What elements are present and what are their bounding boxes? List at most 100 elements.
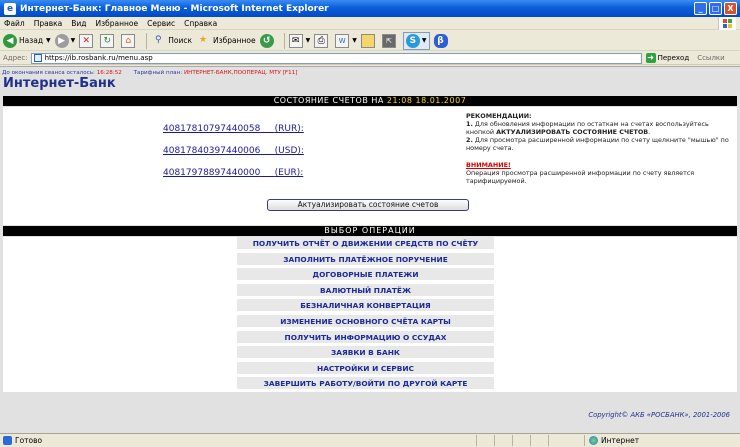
copyright: Copyright© АКБ «РОСБАНК», 2001-2006 — [588, 411, 730, 419]
operation-settings[interactable]: НАСТРОЙКИ И СЕРВИС — [237, 362, 494, 375]
recommendation-1: 1. Для обновления информации по остаткам… — [466, 120, 709, 136]
edit-button[interactable]: W ▼ — [335, 32, 357, 50]
account-link[interactable]: 40817810797440058 (RUR): — [163, 124, 304, 134]
forward-button[interactable]: ▶ ▼ — [54, 32, 76, 50]
menu-file[interactable]: Файл — [4, 19, 25, 28]
windows-logo-icon — [718, 17, 736, 30]
maximize-button[interactable]: □ — [709, 2, 722, 15]
operation-statement[interactable]: ПОЛУЧИТЬ ОТЧЁТ О ДВИЖЕНИИ СРЕДСТВ ПО СЧЁ… — [237, 237, 494, 250]
menu-edit[interactable]: Правка — [34, 19, 63, 28]
address-bar: Адрес: https://ib.rosbank.ru/menu.asp ➜ … — [0, 52, 740, 65]
menu-view[interactable]: Вид — [71, 19, 86, 28]
chevron-down-icon: ▼ — [46, 37, 51, 44]
address-url: https://ib.rosbank.ru/menu.asp — [44, 54, 153, 62]
research-button[interactable]: ⇱ — [381, 32, 399, 50]
mail-icon: ✉ — [288, 33, 303, 48]
status-cell — [548, 435, 566, 446]
recommendation-2: 2. Для просмотра расширенной информации … — [466, 136, 729, 152]
menu-tools[interactable]: Сервис — [147, 19, 175, 28]
ie-icon: e — [4, 2, 16, 15]
discuss-button[interactable] — [360, 32, 378, 50]
address-input[interactable]: https://ib.rosbank.ru/menu.asp — [30, 52, 642, 64]
operation-currency-payment[interactable]: ВАЛЮТНЫЙ ПЛАТЁЖ — [237, 284, 494, 297]
operations-panel: ПОЛУЧИТЬ ОТЧЁТ О ДВИЖЕНИИ СРЕДСТВ ПО СЧЁ… — [3, 237, 737, 392]
operation-conversion[interactable]: БЕЗНАЛИЧНАЯ КОНВЕРТАЦИЯ — [237, 299, 494, 312]
menu-bar: Файл Правка Вид Избранное Сервис Справка — [0, 17, 740, 30]
operation-change-card-account[interactable]: ИЗМЕНЕНИЕ ОСНОВНОГО СЧЁТА КАРТЫ — [237, 315, 494, 328]
home-button[interactable]: ⌂ — [121, 32, 138, 50]
tariff-label: Тарифный план: — [133, 70, 183, 76]
recommendations: РЕКОМЕНДАЦИИ: 1. Для обновления информац… — [466, 112, 734, 185]
toolbar-separator — [283, 32, 285, 49]
window-title: Интернет-Банк: Главное Меню - Microsoft … — [20, 3, 329, 14]
accounts-header-label: СОСТОЯНИЕ СЧЕТОВ НА — [273, 96, 384, 105]
accounts-header: СОСТОЯНИЕ СЧЕТОВ НА 21:08 18.01.2007 — [3, 96, 737, 106]
tariff-value: ИНТЕРНЕТ-БАНК,ПООПЕРАЦ. МТУ [F11] — [183, 70, 298, 76]
back-button[interactable]: ◀ Назад ▼ — [3, 32, 51, 50]
page-title: Интернет-Банк — [3, 76, 116, 91]
account-number: 40817978897440000 — [163, 168, 261, 178]
minimize-button[interactable]: _ — [694, 2, 707, 15]
chevron-down-icon: ▼ — [305, 37, 311, 44]
bluetooth-icon: β — [433, 33, 448, 48]
bluetooth-button[interactable]: β — [433, 32, 450, 50]
status-cell — [512, 435, 530, 446]
favorites-button[interactable]: ★ Избранное — [196, 32, 256, 50]
security-zone: Интернет — [584, 435, 639, 446]
page-icon — [33, 54, 42, 62]
operations-header: ВЫБОР ОПЕРАЦИИ — [3, 226, 737, 236]
operation-contract-payments[interactable]: ДОГОВОРНЫЕ ПЛАТЕЖИ — [237, 268, 494, 281]
favorites-label: Избранное — [213, 36, 256, 45]
refresh-page-button[interactable]: ↻ — [100, 32, 117, 50]
accounts-header-time: 21:08 18.01.2007 — [386, 96, 467, 105]
operation-logout[interactable]: ЗАВЕРШИТЬ РАБОТУ/ВОЙТИ ПО ДРУГОЙ КАРТЕ — [237, 377, 494, 390]
globe-icon — [589, 436, 598, 445]
status-cell — [494, 435, 512, 446]
status-cell — [476, 435, 494, 446]
menu-help[interactable]: Справка — [184, 19, 217, 28]
page-content: До окончания сеанса осталось: 16:28:52 Т… — [0, 66, 740, 433]
edit-icon: W — [335, 33, 350, 48]
go-button[interactable]: ➜ Переход — [645, 53, 689, 63]
warning-title: ВНИМАНИЕ! — [466, 161, 511, 169]
stop-button[interactable]: ✕ — [79, 32, 96, 50]
chevron-down-icon: ▼ — [70, 37, 76, 44]
window-controls: _ □ X — [694, 2, 737, 15]
menu-favorites[interactable]: Избранное — [96, 19, 139, 28]
status-cell — [530, 435, 548, 446]
search-label: Поиск — [168, 36, 193, 45]
chevron-down-icon: ▼ — [352, 37, 357, 44]
forward-arrow-icon: ▶ — [54, 33, 69, 48]
account-number: 40817840397440006 — [163, 146, 261, 156]
account-link[interactable]: 40817840397440006 (USD): — [163, 146, 304, 156]
stop-icon: ✕ — [79, 33, 94, 48]
zone-label: Интернет — [601, 436, 640, 445]
links-button[interactable]: Ссылки — [697, 54, 725, 62]
page-done-icon — [3, 436, 12, 445]
status-bar: Готово Интернет — [0, 433, 740, 447]
print-button[interactable]: ⎙ — [314, 32, 331, 50]
operation-loans-info[interactable]: ПОЛУЧИТЬ ИНФОРМАЦИЮ О ССУДАХ — [237, 331, 494, 344]
back-arrow-icon: ◀ — [3, 33, 17, 48]
operation-bank-requests[interactable]: ЗАЯВКИ В БАНК — [237, 346, 494, 359]
go-arrow-icon: ➜ — [645, 53, 656, 63]
research-icon: ⇱ — [381, 33, 396, 48]
toolbar-separator — [146, 32, 148, 49]
messenger-button[interactable]: S ▼ — [402, 31, 430, 50]
chevron-down-icon: ▼ — [421, 37, 427, 44]
mail-button[interactable]: ✉ ▼ — [288, 32, 311, 50]
account-currency: (EUR): — [274, 168, 304, 178]
history-button[interactable]: ↺ — [259, 32, 276, 50]
operation-payment-order[interactable]: ЗАПОЛНИТЬ ПЛАТЁЖНОЕ ПОРУЧЕНИЕ — [237, 253, 494, 266]
account-link[interactable]: 40817978897440000 (EUR): — [163, 168, 303, 178]
search-button[interactable]: ⚲ Поиск — [151, 32, 192, 50]
close-button[interactable]: X — [724, 2, 737, 15]
accounts-panel: 40817810797440058 (RUR): 408178403974400… — [3, 107, 737, 225]
status-text: Готово — [15, 436, 43, 445]
print-icon: ⎙ — [314, 33, 329, 48]
status-cells — [476, 435, 566, 446]
toolbar: ◀ Назад ▼ ▶ ▼ ✕ ↻ ⌂ ⚲ Поиск ★ Избранное … — [0, 31, 740, 51]
refresh-icon: ↻ — [100, 33, 115, 48]
account-number: 40817810797440058 — [163, 124, 261, 134]
refresh-accounts-button[interactable]: Актуализировать состояние счетов — [267, 199, 469, 211]
